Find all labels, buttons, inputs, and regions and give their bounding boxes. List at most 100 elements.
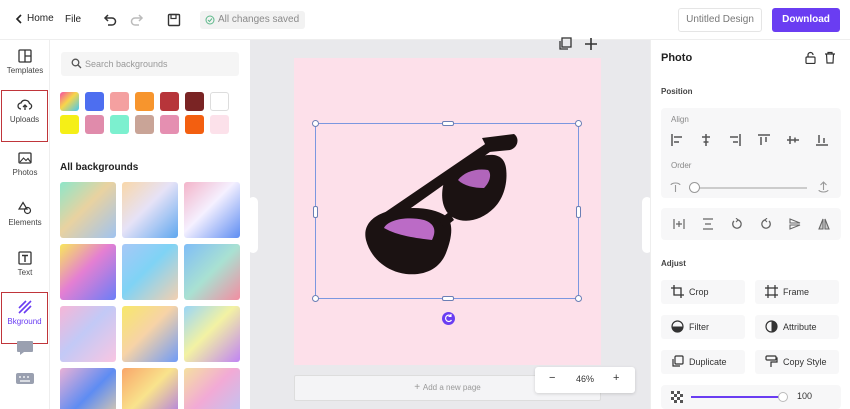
- zoom-in-button[interactable]: +: [613, 372, 619, 384]
- color-swatch[interactable]: [160, 92, 179, 111]
- color-swatch[interactable]: [85, 115, 104, 134]
- resize-handle[interactable]: [442, 296, 454, 301]
- rotate-right-icon[interactable]: [760, 218, 772, 230]
- add-page-icon[interactable]: [584, 37, 598, 51]
- color-swatch[interactable]: [185, 115, 204, 134]
- panel-title: Photo: [661, 52, 693, 64]
- background-tile[interactable]: [122, 368, 178, 409]
- color-swatch[interactable]: [185, 92, 204, 111]
- align-middle-icon[interactable]: [787, 134, 799, 146]
- rail-item-background[interactable]: Bkground: [1, 292, 48, 344]
- rail-label-uploads: Uploads: [9, 115, 40, 124]
- background-tile[interactable]: [184, 368, 240, 409]
- background-tile[interactable]: [60, 244, 116, 300]
- opacity-slider-thumb[interactable]: [778, 392, 788, 402]
- align-bottom-icon[interactable]: [816, 134, 828, 146]
- duplicate-label: Duplicate: [689, 357, 727, 367]
- frame-button[interactable]: Frame: [755, 280, 839, 304]
- comment-icon[interactable]: [15, 340, 35, 356]
- photo-icon: [18, 152, 32, 164]
- copy-page-icon[interactable]: [558, 37, 572, 51]
- resize-handle[interactable]: [312, 295, 319, 302]
- copy-style-button[interactable]: Copy Style: [755, 350, 839, 374]
- order-slider-track[interactable]: [689, 187, 807, 189]
- flip-spacing-icon[interactable]: [673, 218, 685, 230]
- save-icon[interactable]: [166, 12, 182, 28]
- duplicate-button[interactable]: Duplicate: [661, 350, 745, 374]
- position-label: Position: [661, 87, 693, 96]
- collapse-left-handle[interactable]: [248, 197, 258, 253]
- align-top-icon[interactable]: [758, 134, 770, 146]
- color-swatch[interactable]: [210, 92, 229, 111]
- color-swatch[interactable]: [135, 92, 154, 111]
- color-swatch[interactable]: [85, 92, 104, 111]
- frame-icon: [765, 285, 778, 298]
- align-center-icon[interactable]: [700, 134, 712, 146]
- zoom-out-button[interactable]: −: [549, 372, 555, 384]
- background-tile[interactable]: [60, 182, 116, 238]
- keyboard-icon[interactable]: [15, 370, 35, 386]
- background-tile[interactable]: [60, 306, 116, 362]
- flip-horizontal-icon[interactable]: [818, 218, 830, 230]
- undo-icon[interactable]: [102, 12, 118, 28]
- color-swatch[interactable]: [160, 115, 179, 134]
- rail-item-elements[interactable]: Elements: [0, 194, 50, 242]
- background-tile[interactable]: [122, 182, 178, 238]
- color-swatch[interactable]: [210, 115, 229, 134]
- design-title-field[interactable]: Untitled Design: [678, 8, 762, 32]
- resize-handle[interactable]: [575, 295, 582, 302]
- distribute-icon[interactable]: [702, 218, 714, 230]
- rotate-handle[interactable]: [442, 312, 455, 325]
- file-menu[interactable]: File: [65, 14, 81, 25]
- rail-item-uploads[interactable]: Uploads: [1, 90, 48, 142]
- order-slider-thumb[interactable]: [689, 182, 700, 193]
- rail-label-photos: Photos: [12, 168, 38, 177]
- rail-item-text[interactable]: Text: [0, 244, 50, 292]
- send-backward-icon[interactable]: [670, 182, 681, 193]
- color-swatch[interactable]: [110, 92, 129, 111]
- trash-icon[interactable]: [824, 51, 836, 64]
- background-tile[interactable]: [60, 368, 116, 409]
- resize-handle[interactable]: [576, 206, 581, 218]
- background-tile[interactable]: [122, 244, 178, 300]
- resize-handle[interactable]: [312, 120, 319, 127]
- search-input[interactable]: [85, 52, 235, 76]
- download-button[interactable]: Download: [772, 8, 840, 32]
- background-tile[interactable]: [122, 306, 178, 362]
- save-status-badge: All changes saved: [200, 11, 306, 29]
- home-button[interactable]: Home: [15, 13, 54, 24]
- background-tile[interactable]: [184, 306, 240, 362]
- crop-icon: [671, 285, 684, 298]
- redo-icon[interactable]: [129, 12, 145, 28]
- color-swatch[interactable]: [110, 115, 129, 134]
- search-bar[interactable]: [61, 52, 239, 76]
- rail-item-photos[interactable]: Photos: [0, 144, 50, 192]
- align-right-icon[interactable]: [729, 134, 741, 146]
- section-title: All backgrounds: [60, 162, 139, 173]
- color-swatch[interactable]: [135, 115, 154, 134]
- copy-style-label: Copy Style: [783, 357, 827, 367]
- rail-label-text: Text: [17, 268, 33, 277]
- resize-handle[interactable]: [313, 206, 318, 218]
- resize-handle[interactable]: [575, 120, 582, 127]
- artboard[interactable]: [294, 58, 601, 365]
- attribute-button[interactable]: Attribute: [755, 315, 839, 339]
- lock-icon[interactable]: [805, 51, 816, 64]
- color-swatch[interactable]: [60, 92, 79, 111]
- order-label: Order: [671, 161, 692, 170]
- bring-forward-icon[interactable]: [818, 181, 829, 193]
- background-tile[interactable]: [184, 182, 240, 238]
- filter-button[interactable]: Filter: [661, 315, 745, 339]
- opacity-row: 100: [661, 385, 841, 409]
- crop-button[interactable]: Crop: [661, 280, 745, 304]
- background-tile[interactable]: [184, 244, 240, 300]
- align-left-icon[interactable]: [671, 134, 683, 146]
- rail-item-templates[interactable]: Templates: [0, 42, 50, 90]
- rotate-left-icon[interactable]: [731, 218, 743, 230]
- color-swatch[interactable]: [60, 115, 79, 134]
- flip-vertical-icon[interactable]: [789, 218, 801, 230]
- canvas-area: + Add a new page − 46% +: [248, 37, 652, 409]
- resize-handle[interactable]: [442, 121, 454, 126]
- search-icon: [71, 58, 82, 69]
- opacity-value: 100: [797, 391, 813, 401]
